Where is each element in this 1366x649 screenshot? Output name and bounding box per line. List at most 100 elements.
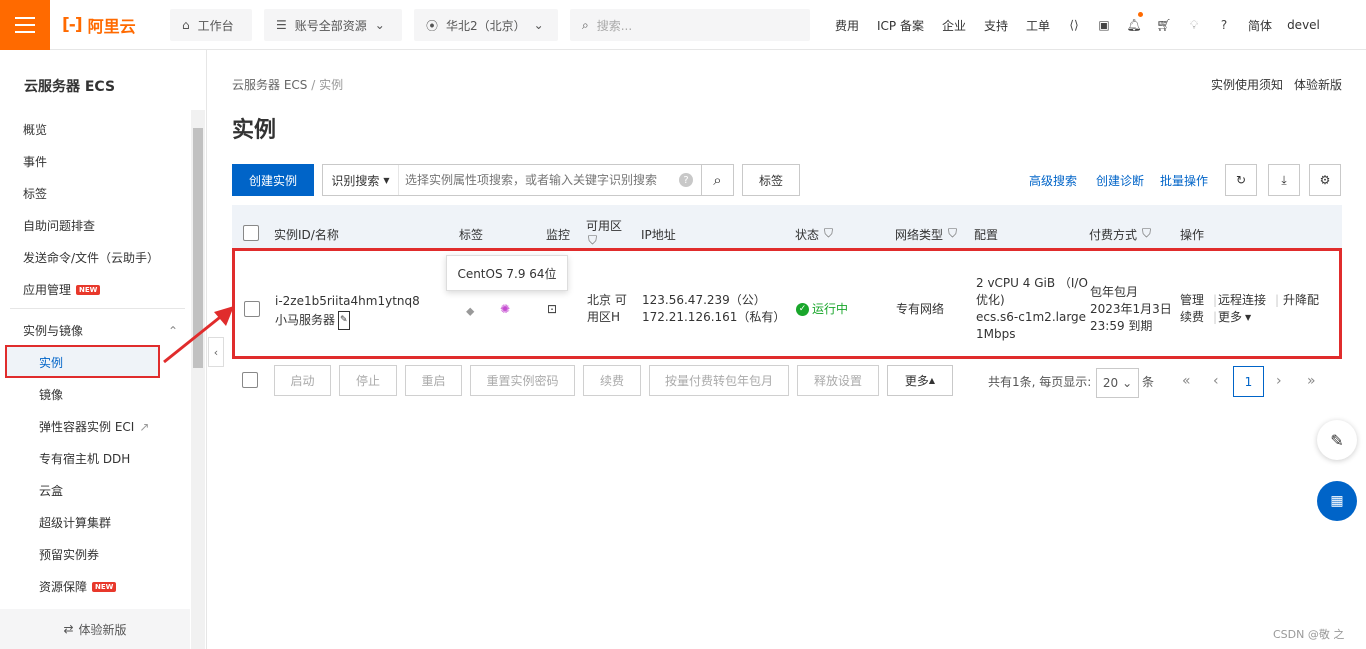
chevron-down-icon: ⌄	[1122, 376, 1133, 390]
footer-label: 体验新版	[78, 622, 127, 637]
last-page-icon[interactable]: »	[1307, 373, 1316, 389]
col-monitor: 监控	[546, 228, 571, 242]
page-button-current[interactable]: 1	[1233, 366, 1264, 397]
refresh-button[interactable]: ↻	[1225, 164, 1257, 196]
monitor-icon[interactable]: ⊡	[547, 301, 557, 318]
search-button[interactable]: ⌕	[701, 165, 733, 195]
advanced-search-link[interactable]: 高级搜索	[1029, 172, 1077, 189]
col-operations: 操作	[1180, 228, 1205, 242]
instance-type-link[interactable]: ecs.s6-c1m2.large	[976, 309, 1086, 326]
table-row[interactable]: i-2ze1b5riita4hm1ytnq8 小马服务器 ✎ ⬥ ✺ ⊡ 北京 …	[232, 248, 1342, 359]
breadcrumb-root[interactable]: 云服务器 ECS	[232, 78, 307, 92]
try-new-version-button[interactable]: ⇄ 体验新版	[0, 609, 190, 649]
sidebar-item-ddh[interactable]: 专有宿主机 DDH	[39, 450, 130, 467]
renew-button[interactable]: 续费	[583, 365, 641, 396]
stop-button[interactable]: 停止	[339, 365, 397, 396]
search-input[interactable]	[399, 173, 679, 187]
select-all-checkbox[interactable]	[243, 225, 259, 241]
instance-name: 小马服务器 ✎	[275, 311, 350, 330]
filter-icon[interactable]: ⛉	[1142, 226, 1151, 241]
help-icon[interactable]: ?	[679, 173, 693, 187]
prev-page-icon[interactable]: ‹	[1213, 373, 1219, 389]
create-diagnosis-link[interactable]: 创建诊断	[1096, 172, 1144, 189]
row-checkbox[interactable]	[244, 301, 260, 317]
link-enterprise[interactable]: 企业	[933, 17, 975, 34]
tag-icon[interactable]: ⬥	[466, 303, 474, 320]
bell-icon[interactable]: 🔔︎	[1119, 0, 1149, 50]
sidebar-item-cloud-assistant[interactable]: 发送命令/文件（云助手）	[23, 249, 159, 266]
instance-id-link[interactable]: i-2ze1b5riita4hm1ytnq8	[275, 293, 420, 310]
link-icp[interactable]: ICP 备案	[868, 17, 933, 34]
global-search[interactable]: ⌕ 搜索...	[570, 9, 810, 41]
page-size-select[interactable]: 20 ⌄	[1096, 368, 1139, 398]
filter-icon[interactable]: ⛉	[948, 226, 957, 241]
manage-link[interactable]: 管理	[1180, 292, 1204, 309]
instance-guide-link[interactable]: 实例使用须知	[1211, 76, 1283, 93]
sidebar-item-supercomputing[interactable]: 超级计算集群	[39, 514, 111, 531]
first-page-icon[interactable]: «	[1182, 373, 1191, 389]
sidebar-item-images[interactable]: 镜像	[39, 386, 63, 403]
restart-button[interactable]: 重启	[405, 365, 462, 396]
sidebar-group-instances-images[interactable]: 实例与镜像 ⌃	[23, 322, 178, 339]
batch-operations-link[interactable]: 批量操作	[1160, 172, 1208, 189]
breadcrumb-separator: /	[311, 78, 316, 92]
menu-icon[interactable]	[0, 0, 50, 50]
resource-selector[interactable]: ☰ 账号全部资源 ⌄	[264, 9, 402, 41]
filter-icon[interactable]: ⛉	[824, 226, 833, 241]
logo-mark-icon: [-]	[62, 14, 83, 35]
terminal-icon[interactable]: ▣	[1089, 0, 1119, 50]
link-ticket[interactable]: 工单	[1017, 17, 1059, 34]
sidebar-item-instances[interactable]: 实例	[39, 354, 63, 371]
more-actions-label: 更多	[904, 374, 929, 388]
release-settings-button[interactable]: 释放设置	[797, 365, 879, 396]
refresh-icon: ↻	[1235, 173, 1247, 187]
sidebar-item-overview[interactable]: 概览	[23, 121, 47, 138]
try-new-version-link[interactable]: 体验新版	[1294, 76, 1342, 93]
more-ops-link[interactable]: 更多 ▼	[1218, 309, 1251, 326]
sidebar-item-resource-assurance[interactable]: 资源保障 NEW	[39, 578, 117, 595]
next-page-icon[interactable]: ›	[1276, 373, 1282, 389]
language-switch[interactable]: 简体	[1239, 17, 1281, 34]
location-icon: ⦿	[426, 18, 439, 33]
sidebar-item-troubleshoot[interactable]: 自助问题排查	[23, 217, 95, 234]
op-separator: |	[1213, 293, 1218, 307]
region-label: 华北2（北京）	[446, 18, 526, 33]
check-circle-icon: ✓	[796, 303, 809, 316]
code-icon[interactable]: ⟨⟩	[1059, 0, 1089, 50]
sidebar-item-events[interactable]: 事件	[23, 153, 47, 170]
region-selector[interactable]: ⦿ 华北2（北京） ⌄	[414, 9, 558, 41]
reset-password-button[interactable]: 重置实例密码	[470, 365, 575, 396]
sidebar-group-label: 实例与镜像	[23, 324, 84, 338]
edit-icon[interactable]: ✎	[338, 311, 350, 330]
link-support[interactable]: 支持	[975, 17, 1017, 34]
bottom-select-all-checkbox[interactable]	[242, 372, 258, 388]
sidebar-item-reserved-instances[interactable]: 预留实例券	[39, 546, 99, 563]
filter-icon[interactable]: ⛉	[588, 233, 597, 248]
bulb-icon[interactable]: 💡︎	[1179, 0, 1209, 50]
search-type-select[interactable]: 识别搜索 ▼	[323, 165, 399, 195]
tag-button[interactable]: 标签	[742, 164, 800, 196]
list-icon: ☰	[276, 18, 287, 32]
convert-billing-button[interactable]: 按量付费转包年包月	[649, 365, 789, 396]
remote-connect-link[interactable]: 远程连接	[1218, 292, 1266, 309]
user-name[interactable]: devel	[1281, 18, 1329, 32]
cart-icon[interactable]: 🛒︎	[1149, 0, 1179, 50]
download-button[interactable]: ⤓	[1268, 164, 1300, 196]
create-instance-button[interactable]: 创建实例	[232, 164, 314, 196]
sidebar-item-eci[interactable]: 弹性容器实例 ECI ↗	[39, 418, 149, 435]
sidebar-item-tags[interactable]: 标签	[23, 185, 47, 202]
sidebar-item-cloudbox[interactable]: 云盒	[39, 482, 63, 499]
apps-grid-button[interactable]: ▦	[1317, 481, 1357, 521]
upgrade-link[interactable]: 升降配	[1283, 292, 1319, 309]
sidebar-item-app-management[interactable]: 应用管理 NEW	[23, 281, 101, 298]
top-links: 费用 ICP 备案 企业 支持 工单 ⟨⟩ ▣ 🔔︎ 🛒︎ 💡︎ ? 简体 de…	[826, 0, 1329, 50]
workbench-button[interactable]: ⌂ 工作台	[170, 9, 252, 41]
settings-button[interactable]: ⚙	[1309, 164, 1341, 196]
link-fees[interactable]: 费用	[826, 17, 868, 34]
renew-link[interactable]: 续费	[1180, 309, 1204, 326]
more-actions-button[interactable]: 更多 ▲	[887, 365, 953, 396]
help-icon[interactable]: ?	[1209, 0, 1239, 50]
logo[interactable]: [-] 阿里云	[62, 13, 158, 37]
feedback-edit-button[interactable]: ✎	[1317, 420, 1357, 460]
start-button[interactable]: 启动	[274, 365, 331, 396]
